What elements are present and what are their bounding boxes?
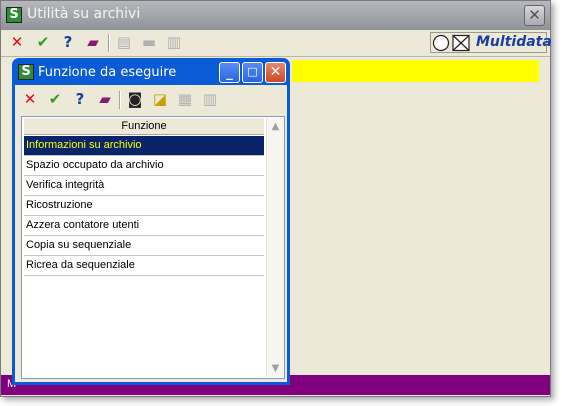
list-item[interactable]: Copia su sequenziale [24,236,264,256]
cancel-icon[interactable]: ✕ [7,32,27,52]
binoculars-icon[interactable]: ◙ [125,89,145,109]
maximize-button[interactable]: □ [242,62,263,83]
dialog-app-icon: S [18,64,34,80]
minimize-button[interactable]: _ [219,62,240,83]
column-header-funzione[interactable]: Funzione [24,118,264,135]
cancel-icon[interactable]: ✕ [20,89,40,109]
help-icon[interactable]: ? [58,32,78,52]
list-item[interactable]: Ricrea da sequenziale [24,256,264,276]
book-icon[interactable]: ▰ [83,32,103,52]
folder-icon[interactable]: ▬ [139,32,159,52]
list-item[interactable]: Spazio occupato da archivio [24,156,264,176]
dialog-body: ✕ ✔ ? ▰ ◙ ◪ ▦ ▥ Funzione Informazioni su… [15,85,287,382]
list-item[interactable]: Ricostruzione [24,196,264,216]
list-item[interactable]: Verifica integrità [24,176,264,196]
outer-title-bar[interactable]: S Utilità su archivi ✕ [1,1,550,30]
toolbar-separator [119,91,121,109]
confirm-icon[interactable]: ✔ [45,89,65,109]
logo-mark-icon [432,34,470,52]
list-item[interactable]: Informazioni su archivio [24,136,264,156]
toolbar-separator [108,34,110,52]
outer-close-button[interactable]: ✕ [524,5,545,26]
scroll-down-icon[interactable]: ▼ [267,360,284,377]
vertical-scrollbar[interactable]: ▲ ▼ [266,118,284,377]
help-icon[interactable]: ? [70,89,90,109]
list-icon[interactable]: ▥ [164,32,184,52]
function-list[interactable]: Funzione Informazioni su archivio Spazio… [21,116,285,379]
multidata-logo: Multidata [430,32,552,53]
page-icon[interactable]: ▤ [114,32,134,52]
highlight-field [292,60,539,82]
brand-name: Multidata [476,34,552,50]
close-button[interactable]: ✕ [265,62,286,83]
confirm-icon[interactable]: ✔ [33,32,53,52]
outer-window-title: Utilità su archivi [27,6,141,22]
book-icon[interactable]: ▰ [95,89,115,109]
dialog-title: Funzione da eseguire [38,65,177,80]
function-dialog: S Funzione da eseguire _ □ ✕ ✕ ✔ ? ▰ ◙ ◪… [12,58,290,385]
list-item[interactable]: Azzera contatore utenti [24,216,264,236]
grid-icon[interactable]: ▦ [175,89,195,109]
scroll-up-icon[interactable]: ▲ [267,118,284,135]
app-icon: S [6,7,22,23]
ruler-icon[interactable]: ◪ [150,89,170,109]
copy-icon[interactable]: ▥ [200,89,220,109]
